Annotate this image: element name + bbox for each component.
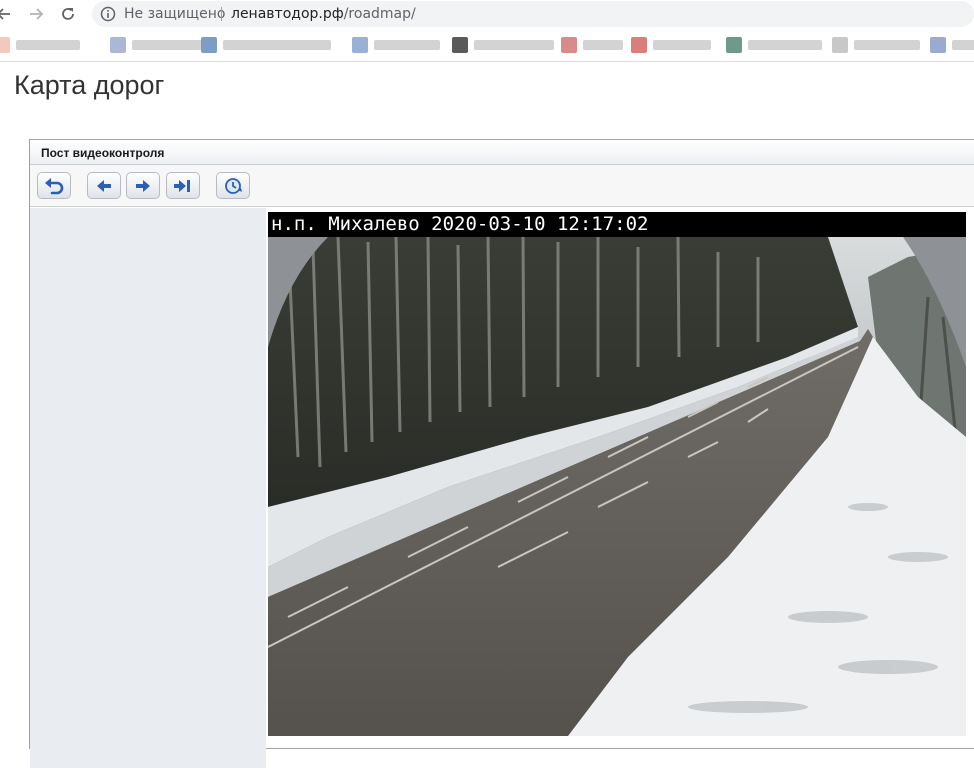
bookmark-item[interactable] [452,37,554,53]
security-status-text: Не защищено [124,6,226,22]
skip-to-end-icon [174,179,190,192]
camera-image[interactable]: н.п. Михалево 2020-03-10 12:17:02 [268,212,966,736]
next-button[interactable] [126,172,160,199]
browser-address-bar: Не защищено ленавтодор.рф/roadmap/ [0,0,974,28]
bookmark-favicon [832,37,848,53]
camera-list-sidebar [30,208,266,768]
forward-arrow-icon[interactable] [24,2,48,26]
bookmark-item[interactable] [930,37,974,53]
bookmark-item[interactable] [832,37,920,53]
road-scene [268,237,966,736]
url-separator [221,7,222,21]
bookmark-favicon [352,37,368,53]
bookmark-favicon [201,37,217,53]
panel-title: Пост видеоконтроля [41,146,165,160]
undo-button[interactable] [37,172,71,199]
bookmark-item[interactable] [352,37,440,53]
info-icon[interactable] [100,6,116,22]
url-box[interactable]: Не защищено ленавтодор.рф/roadmap/ [92,1,974,27]
url-path: /roadmap/ [343,6,416,22]
panel-header: Пост видеоконтроля [30,140,974,165]
previous-button[interactable] [87,172,121,199]
bookmark-favicon [0,37,10,53]
reload-icon[interactable] [56,2,80,26]
video-control-panel: Пост видеоконтроля н.п. Михалево 2020-03… [29,139,974,768]
camera-overlay: н.п. Михалево 2020-03-10 12:17:02 [268,212,966,237]
bookmarks-bar [0,28,974,62]
bookmark-favicon [930,37,946,53]
clock-refresh-icon [225,177,242,194]
bookmark-favicon [561,37,577,53]
panel-toolbar [30,165,974,207]
bookmark-favicon [631,37,647,53]
camera-overlay-text: н.п. Михалево 2020-03-10 12:17:02 [271,213,649,235]
bookmark-item[interactable] [631,37,711,53]
bookmark-item[interactable] [201,37,331,53]
bookmark-favicon [452,37,468,53]
undo-icon [45,177,64,194]
back-arrow-icon[interactable] [0,2,16,26]
bookmark-favicon [110,37,126,53]
arrow-right-icon [136,179,150,192]
page-title: Карта дорог [14,70,165,100]
history-button[interactable] [216,172,250,199]
last-button[interactable] [166,172,200,199]
arrow-left-icon [97,179,111,192]
bookmark-item[interactable] [110,37,204,53]
url-host: ленавтодор.рф [231,6,344,22]
bookmark-item[interactable] [0,37,80,53]
bookmark-favicon [726,37,742,53]
bookmark-item[interactable] [726,37,822,53]
bookmark-item[interactable] [561,37,623,53]
url-text[interactable]: ленавтодор.рф/roadmap/ [231,6,416,22]
